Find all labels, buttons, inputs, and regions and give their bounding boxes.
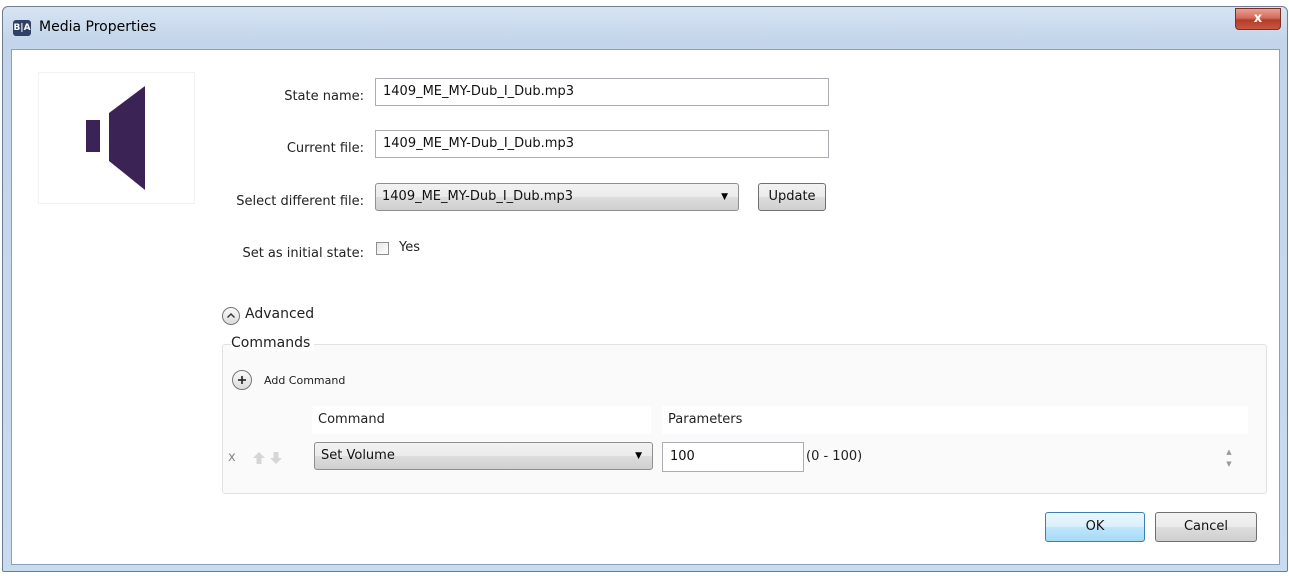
command-dropdown[interactable]: Set Volume ▼	[314, 442, 653, 470]
select-file-label: Select different file:	[236, 194, 364, 209]
media-thumbnail	[39, 73, 194, 203]
select-file-dropdown[interactable]: 1409_ME_MY-Dub_I_Dub.mp3 ▼	[375, 183, 739, 211]
remove-command-button[interactable]: x	[228, 450, 236, 465]
parameter-range-label: (0 - 100)	[806, 449, 863, 464]
parameter-value-input[interactable]: 100	[662, 442, 804, 472]
initial-state-checkbox[interactable]	[376, 242, 389, 255]
command-column-header: Command	[312, 406, 651, 434]
select-file-value: 1409_ME_MY-Dub_I_Dub.mp3	[382, 189, 573, 204]
triangle-down-icon: ▼	[635, 451, 642, 461]
media-properties-window: B|A Media Properties x State name: 1409_…	[2, 6, 1288, 572]
dialog-body: State name: 1409_ME_MY-Dub_I_Dub.mp3 Cur…	[11, 49, 1280, 565]
current-file-input[interactable]: 1409_ME_MY-Dub_I_Dub.mp3	[375, 130, 829, 158]
commands-group-label: Commands	[231, 335, 315, 351]
state-name-label: State name:	[284, 89, 364, 104]
title-bar[interactable]: B|A Media Properties x	[3, 7, 1287, 49]
cancel-button[interactable]: Cancel	[1155, 512, 1257, 542]
state-name-input[interactable]: 1409_ME_MY-Dub_I_Dub.mp3	[375, 78, 829, 106]
command-value: Set Volume	[321, 448, 395, 463]
add-command-button[interactable]	[232, 370, 252, 390]
close-button[interactable]: x	[1235, 8, 1281, 30]
plus-icon	[238, 376, 246, 384]
add-command-label[interactable]: Add Command	[264, 374, 345, 387]
update-button[interactable]: Update	[758, 183, 826, 211]
chevron-up-icon	[227, 313, 235, 318]
window-title: Media Properties	[39, 19, 157, 35]
current-file-label: Current file:	[286, 141, 364, 156]
parameters-column-header: Parameters	[662, 406, 1248, 434]
speaker-icon	[86, 86, 145, 190]
initial-state-option-label: Yes	[399, 240, 420, 255]
advanced-toggle-button[interactable]	[222, 307, 240, 325]
app-logo-icon: B|A	[13, 20, 31, 36]
initial-state-label: Set as initial state:	[242, 246, 364, 261]
arrow-down-icon[interactable]	[269, 451, 283, 465]
triangle-down-icon: ▼	[721, 192, 728, 202]
arrow-up-icon[interactable]	[252, 451, 266, 465]
ok-button[interactable]: OK	[1045, 512, 1145, 542]
row-scroll-arrows[interactable]: ▲ ▼	[1224, 446, 1234, 472]
advanced-label[interactable]: Advanced	[245, 306, 314, 322]
